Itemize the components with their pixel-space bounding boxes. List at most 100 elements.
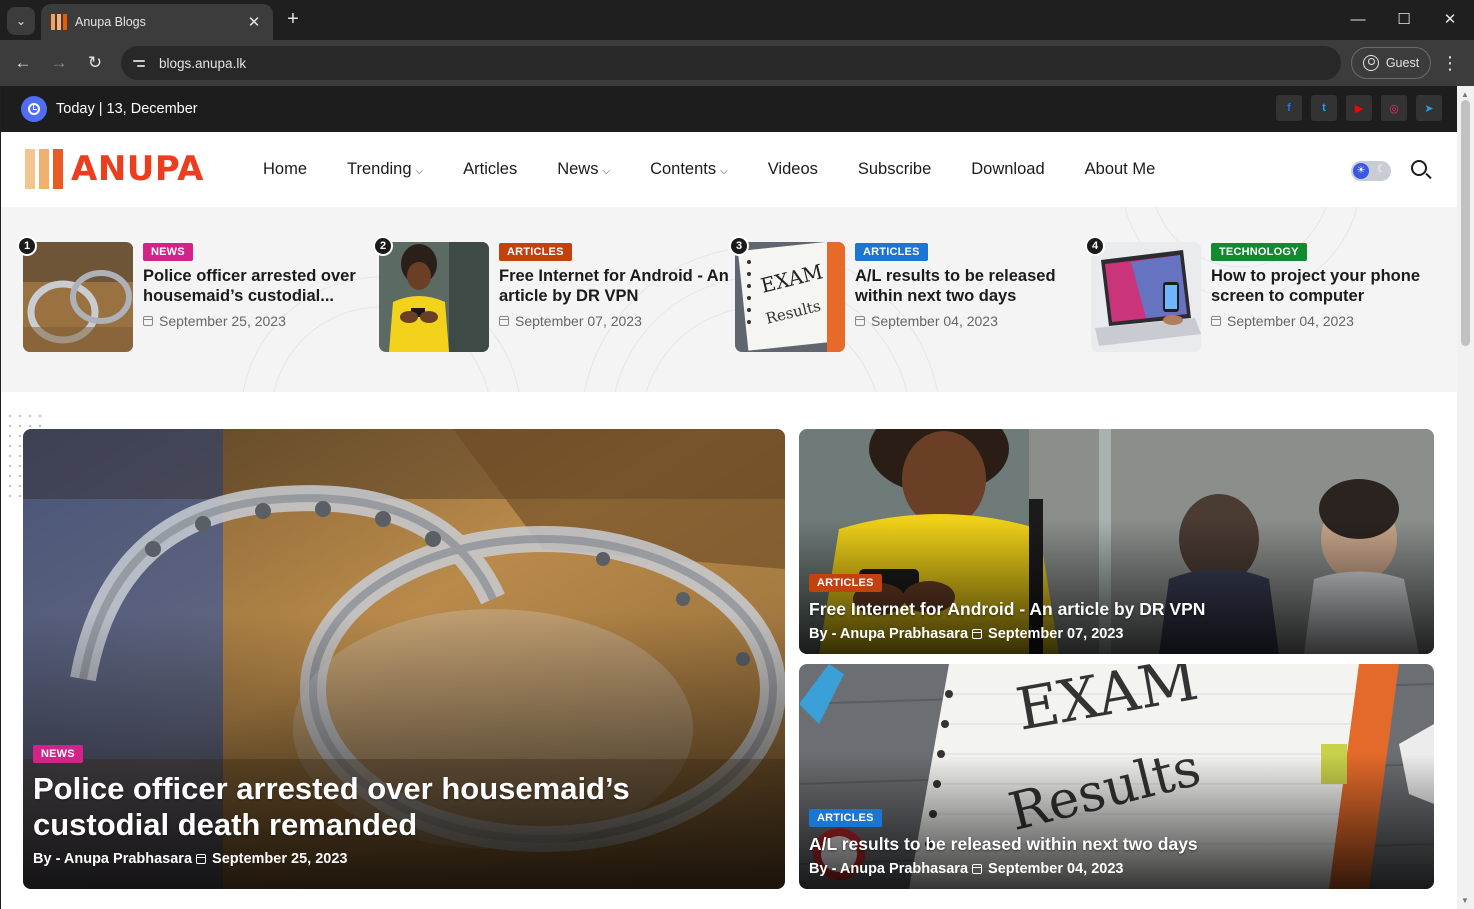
clock-icon — [21, 96, 47, 122]
profile-button[interactable]: Guest — [1351, 47, 1431, 79]
tab-search-button[interactable]: ⌄ — [7, 7, 35, 35]
featured-meta: By - Anupa Prabhasara September 07, 2023 — [809, 626, 1418, 642]
scroll-down-icon[interactable]: ▼ — [1461, 896, 1469, 905]
instagram-icon[interactable]: ◎ — [1381, 95, 1407, 121]
trending-card[interactable]: 4 TECHNOLOGY How to project your phone s… — [1085, 236, 1441, 352]
address-bar[interactable]: blogs.anupa.lk — [121, 46, 1341, 80]
profile-icon — [1362, 55, 1379, 71]
nav-label: Articles — [463, 160, 518, 178]
calendar-icon — [1211, 316, 1221, 326]
trending-title[interactable]: A/L results to be released within next t… — [855, 266, 1085, 306]
category-badge[interactable]: ARTICLES — [809, 574, 882, 592]
page-scrollbar[interactable]: ▲ ▼ — [1457, 86, 1474, 909]
trending-title[interactable]: Free Internet for Android - An article b… — [499, 266, 729, 306]
chevron-down-icon: ⌄ — [15, 14, 27, 28]
facebook-icon[interactable]: f — [1276, 95, 1302, 121]
featured-side-post[interactable]: ARTICLES Free Internet for Android - An … — [799, 429, 1434, 654]
nav-item-home[interactable]: Home — [263, 160, 307, 179]
minimize-button[interactable]: — — [1338, 7, 1378, 33]
thumbnail-handcuffs[interactable] — [23, 242, 133, 352]
trending-rank: 1 — [17, 236, 37, 256]
browser-tabstrip: ⌄ Anupa Blogs ✕ + — ☐ ✕ — [0, 0, 1474, 40]
chevron-down-icon: ⌵ — [720, 166, 728, 177]
browser-toolbar: ← → ↻ blogs.anupa.lk Guest ⋮ — [0, 40, 1474, 86]
trending-date: September 25, 2023 — [143, 313, 373, 329]
url-text: blogs.anupa.lk — [159, 55, 247, 71]
author[interactable]: By - Anupa Prabhasara — [809, 626, 968, 642]
category-badge[interactable]: NEWS — [33, 745, 83, 763]
category-badge[interactable]: ARTICLES — [499, 243, 572, 261]
nav-item-download[interactable]: Download — [971, 160, 1044, 179]
twitter-icon[interactable]: t — [1311, 95, 1337, 121]
telegram-icon[interactable]: ➤ — [1416, 95, 1442, 121]
category-badge[interactable]: ARTICLES — [855, 243, 928, 261]
site-logo[interactable]: ANUPA — [25, 149, 204, 189]
trending-rank: 3 — [729, 236, 749, 256]
trending-card[interactable]: 1 NEWS Police officer arrested over hous… — [17, 236, 373, 352]
nav-item-news[interactable]: News ⌵ — [557, 160, 610, 179]
browser-menu-button[interactable]: ⋮ — [1440, 50, 1460, 76]
nav-item-about-me[interactable]: About Me — [1085, 160, 1156, 179]
back-button[interactable]: ← — [10, 50, 36, 76]
sun-icon: ☀ — [1353, 163, 1369, 179]
featured-title[interactable]: Free Internet for Android - An article b… — [809, 598, 1418, 620]
featured-title[interactable]: Police officer arrested over housemaid’s… — [33, 771, 769, 843]
search-icon[interactable] — [1411, 160, 1427, 176]
profile-label: Guest — [1385, 56, 1420, 70]
calendar-icon — [196, 854, 207, 864]
author[interactable]: By - Anupa Prabhasara — [809, 861, 968, 877]
author[interactable]: By - Anupa Prabhasara — [33, 851, 192, 867]
moon-icon: ☾ — [1377, 164, 1386, 175]
calendar-icon — [855, 316, 865, 326]
category-badge[interactable]: TECHNOLOGY — [1211, 243, 1307, 261]
close-window-button[interactable]: ✕ — [1430, 7, 1470, 33]
page-viewport: Today | 13, December f t ▶ ◎ ➤ ANUPA Home Tre… — [1, 86, 1457, 909]
nav-label: News — [557, 160, 599, 178]
close-tab-icon[interactable]: ✕ — [245, 13, 263, 31]
scroll-up-icon[interactable]: ▲ — [1461, 90, 1469, 99]
top-info-bar: Today | 13, December f t ▶ ◎ ➤ — [1, 86, 1457, 132]
nav-item-trending[interactable]: Trending ⌵ — [347, 160, 423, 179]
trending-date: September 04, 2023 — [855, 313, 1085, 329]
calendar-icon — [972, 864, 983, 874]
trending-title[interactable]: Police officer arrested over housemaid’s… — [143, 266, 373, 306]
category-badge[interactable]: NEWS — [143, 243, 193, 261]
maximize-button[interactable]: ☐ — [1384, 7, 1424, 33]
thumbnail-laptop-phone[interactable] — [1091, 242, 1201, 352]
site-info-icon[interactable] — [133, 55, 149, 71]
site-header: ANUPA Home Trending ⌵ Articles News ⌵ Contents… — [1, 132, 1457, 207]
thumbnail-exam-results[interactable]: EXAM Results — [735, 242, 845, 352]
post-date: September 07, 2023 — [988, 626, 1124, 642]
thumbnail-phone-user[interactable] — [379, 242, 489, 352]
category-badge[interactable]: ARTICLES — [809, 809, 882, 827]
reload-button[interactable]: ↻ — [82, 50, 108, 76]
nav-label: Videos — [767, 160, 818, 178]
featured-side-post[interactable]: EXAM Results ARTICLES A/L results to be … — [799, 664, 1434, 889]
nav-item-subscribe[interactable]: Subscribe — [858, 160, 931, 179]
calendar-icon — [143, 316, 153, 326]
trending-card[interactable]: 3 EXAM Results ARTICLES A/L results to b… — [729, 236, 1085, 352]
trending-title[interactable]: How to project your phone screen to comp… — [1211, 266, 1441, 306]
chevron-down-icon: ⌵ — [415, 166, 424, 177]
nav-item-articles[interactable]: Articles — [463, 160, 517, 179]
youtube-icon[interactable]: ▶ — [1346, 95, 1372, 121]
forward-button[interactable]: → — [46, 50, 72, 76]
featured-title[interactable]: A/L results to be released within next t… — [809, 833, 1418, 855]
chevron-down-icon: ⌵ — [602, 166, 611, 177]
featured-meta: By - Anupa Prabhasara September 25, 2023 — [33, 851, 769, 867]
nav-label: Home — [263, 160, 308, 178]
trending-date: September 04, 2023 — [1211, 313, 1441, 329]
nav-label: Trending — [347, 160, 412, 178]
calendar-icon — [499, 316, 509, 326]
nav-item-videos[interactable]: Videos — [768, 160, 818, 179]
nav-item-contents[interactable]: Contents ⌵ — [650, 160, 728, 179]
browser-tab[interactable]: Anupa Blogs ✕ — [41, 4, 273, 40]
logo-mark-icon — [25, 149, 63, 189]
trending-card[interactable]: 2 ARTICLES Free Internet for Android - A… — [373, 236, 729, 352]
featured-main-post[interactable]: NEWS Police officer arrested over housem… — [23, 429, 785, 889]
scroll-thumb[interactable] — [1461, 100, 1470, 346]
post-date: September 25, 2023 — [212, 851, 348, 867]
trending-date: September 07, 2023 — [499, 313, 729, 329]
dark-mode-toggle[interactable]: ☀ ☾ — [1351, 161, 1391, 181]
new-tab-button[interactable]: + — [282, 8, 304, 32]
